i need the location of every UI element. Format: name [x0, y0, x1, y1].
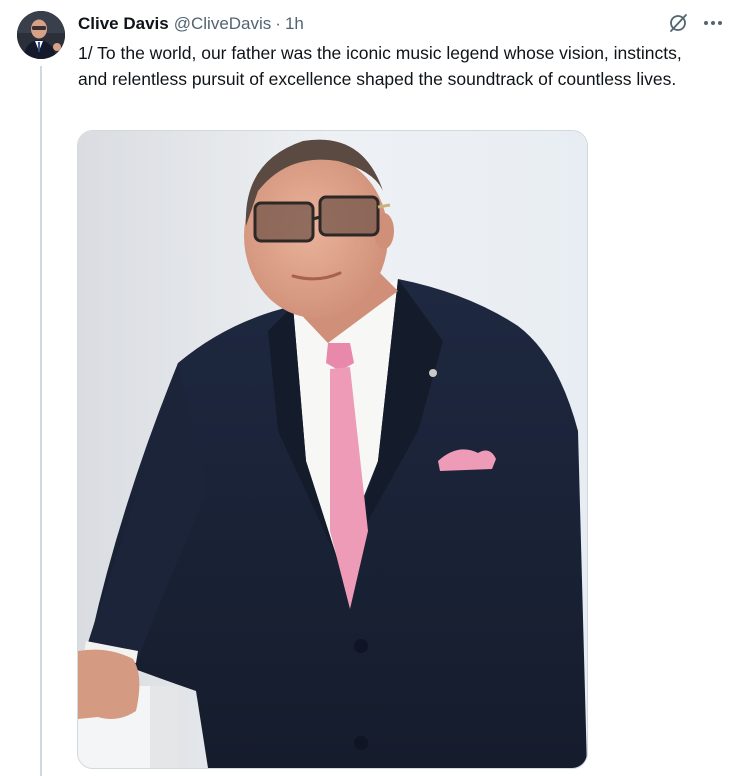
separator-dot: · [275, 14, 281, 33]
author-display-name[interactable]: Clive Davis [78, 14, 169, 34]
thread-line [40, 66, 42, 776]
photo-of-man-in-navy-suit-pink-tie [78, 131, 587, 768]
avatar-image [17, 11, 65, 59]
tweet-header: Clive Davis @CliveDavis · 1h [78, 13, 304, 35]
more-horizontal-icon[interactable] [701, 12, 725, 34]
author-handle[interactable]: @CliveDavis [174, 14, 272, 34]
author-avatar[interactable] [17, 11, 65, 59]
tweet-card[interactable]: Clive Davis @CliveDavis · 1h 1/ To the w… [0, 0, 731, 776]
tweet-text: 1/ To the world, our father was the icon… [78, 43, 682, 89]
tweet-timestamp[interactable]: 1h [285, 14, 304, 34]
grok-icon[interactable] [667, 12, 689, 34]
tweet-photo[interactable] [77, 130, 588, 769]
